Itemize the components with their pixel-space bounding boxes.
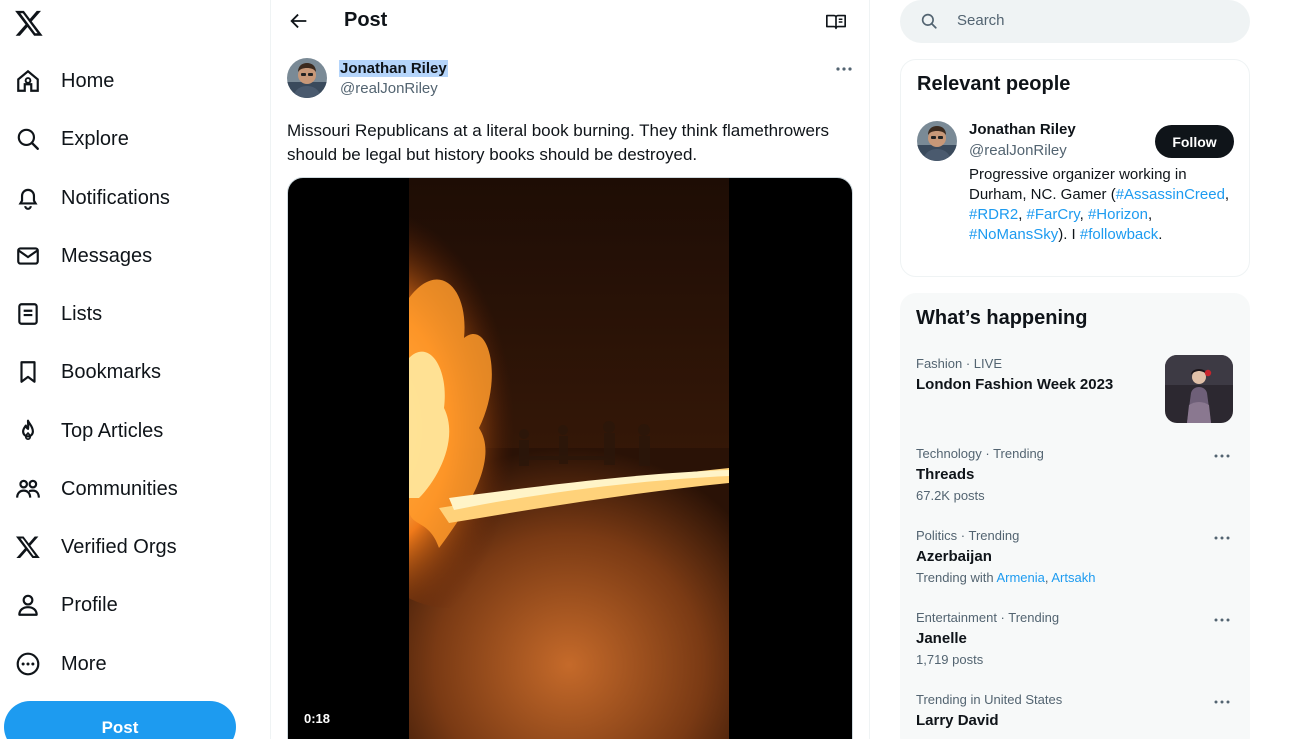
trend-thumbnail[interactable] xyxy=(1165,355,1233,423)
more-circle-icon xyxy=(14,650,42,678)
trend-meta: Fashion · LIVE xyxy=(916,356,1002,371)
relevant-people-title: Relevant people xyxy=(917,73,1071,95)
search-icon xyxy=(14,125,42,153)
bio-text: ). I xyxy=(1058,226,1080,243)
bookmark-icon xyxy=(14,358,42,386)
avatar[interactable] xyxy=(917,121,957,161)
nav-lists[interactable]: Lists xyxy=(14,292,102,336)
main-column: Post Jonathan Riley @realJonRiley Missou… xyxy=(270,0,870,739)
nav-label: Messages xyxy=(61,244,153,267)
more-dots-icon[interactable] xyxy=(1212,530,1232,546)
envelope-icon xyxy=(14,242,42,270)
bio-separator: , xyxy=(1224,186,1230,203)
trend-post-count: 67.2K posts xyxy=(916,488,985,503)
bio-separator: , xyxy=(1018,206,1027,223)
nav-messages[interactable]: Messages xyxy=(14,234,152,278)
search-icon xyxy=(920,12,938,30)
nav-top-articles[interactable]: Top Articles xyxy=(14,409,163,453)
nav-label: Bookmarks xyxy=(61,360,162,383)
relevant-person-bio: Progressive organizer working in Durham,… xyxy=(969,165,1234,245)
x-logo-icon[interactable] xyxy=(14,8,44,38)
trend-related-prefix: Trending with xyxy=(916,570,997,585)
list-icon xyxy=(14,300,42,328)
nav-label: Notifications xyxy=(61,186,170,209)
trend-meta: Technology · Trending xyxy=(916,446,1044,461)
post-button[interactable]: Post xyxy=(4,701,236,739)
trend-name: Azerbaijan xyxy=(916,548,992,565)
hashtag-link[interactable]: #AssassinCreed xyxy=(1116,186,1225,203)
nav-label: Communities xyxy=(61,477,178,500)
trend-name: Janelle xyxy=(916,630,967,647)
nav-home[interactable]: Home xyxy=(14,59,114,103)
more-dots-icon[interactable] xyxy=(834,60,854,78)
more-dots-icon[interactable] xyxy=(1212,448,1232,464)
more-dots-icon[interactable] xyxy=(1212,694,1232,710)
bell-icon xyxy=(14,184,42,212)
search-placeholder: Search xyxy=(957,12,1005,29)
nav-label: Explore xyxy=(61,127,129,150)
hashtag-link[interactable]: #RDR2 xyxy=(969,206,1018,223)
nav-label: Verified Orgs xyxy=(61,535,177,558)
whats-happening-title: What’s happening xyxy=(916,307,1088,329)
flame-icon xyxy=(14,417,42,445)
hashtag-link[interactable]: #FarCry xyxy=(1027,206,1080,223)
trend-name: London Fashion Week 2023 xyxy=(916,376,1114,393)
trend-name: Threads xyxy=(916,466,975,483)
video-duration: 0:18 xyxy=(304,711,331,726)
relevant-people-card: Relevant people Jonathan Riley @realJonR… xyxy=(900,59,1250,277)
follow-button[interactable]: Follow xyxy=(1155,125,1234,158)
home-icon xyxy=(14,67,42,95)
nav-label: Top Articles xyxy=(61,419,164,442)
avatar[interactable] xyxy=(287,58,327,98)
search-input[interactable]: Search xyxy=(900,0,1250,43)
nav-verified-orgs[interactable]: Verified Orgs xyxy=(14,525,177,569)
nav-label: More xyxy=(61,652,107,675)
bio-text: . xyxy=(1158,226,1163,243)
trend-related: Trending with Armenia, Artsakh xyxy=(916,570,1095,585)
trend-name: Larry David xyxy=(916,712,999,729)
nav-label: Home xyxy=(61,69,115,92)
nav-communities[interactable]: Communities xyxy=(14,467,178,511)
trend-meta: Entertainment · Trending xyxy=(916,610,1060,625)
nav-label: Profile xyxy=(61,593,118,616)
trend-post-count: 1,719 posts xyxy=(916,652,984,667)
trend-item[interactable]: Politics · Trending Azerbaijan Trending … xyxy=(900,528,1250,608)
trend-item[interactable]: Trending in United States Larry David xyxy=(900,692,1250,739)
hashtag-link[interactable]: #Horizon xyxy=(1088,206,1148,223)
x-logo-icon xyxy=(14,533,42,561)
trend-link[interactable]: Armenia xyxy=(996,570,1044,585)
page-title: Post xyxy=(344,9,388,31)
nav-explore[interactable]: Explore xyxy=(14,117,129,161)
nav-bookmarks[interactable]: Bookmarks xyxy=(14,350,161,394)
author-name[interactable]: Jonathan Riley xyxy=(339,60,448,77)
bio-separator: , xyxy=(1079,206,1088,223)
more-dots-icon[interactable] xyxy=(1212,612,1232,628)
trend-meta: Trending in United States xyxy=(916,692,1063,707)
nav-profile[interactable]: Profile xyxy=(14,583,118,627)
trend-meta: Politics · Trending xyxy=(916,528,1020,543)
trend-link[interactable]: Artsakh xyxy=(1051,570,1095,585)
hashtag-link[interactable]: #followback xyxy=(1080,226,1158,243)
hashtag-link[interactable]: #NoMansSky xyxy=(969,226,1058,243)
bio-separator: , xyxy=(1147,206,1153,223)
person-icon xyxy=(14,591,42,619)
relevant-person-handle: @realJonRiley xyxy=(969,142,1067,159)
video-player[interactable]: 0:18 xyxy=(287,177,853,739)
left-navigation: Home Explore Notifications Messages List… xyxy=(0,0,270,739)
arrow-left-icon[interactable] xyxy=(288,10,310,32)
relevant-person-name[interactable]: Jonathan Riley xyxy=(969,121,1076,138)
nav-notifications[interactable]: Notifications xyxy=(14,176,170,220)
nav-more[interactable]: More xyxy=(14,642,107,686)
whats-happening-card: What’s happening Fashion · LIVE London F… xyxy=(900,293,1250,739)
people-icon xyxy=(14,475,42,503)
nav-label: Lists xyxy=(61,302,103,325)
trend-item[interactable]: Technology · Trending Threads 67.2K post… xyxy=(900,446,1250,526)
book-icon[interactable] xyxy=(825,11,847,33)
video-frame xyxy=(409,178,729,739)
trend-item[interactable]: Entertainment · Trending Janelle 1,719 p… xyxy=(900,610,1250,690)
author-handle[interactable]: @realJonRiley xyxy=(340,80,438,97)
post-text: Missouri Republicans at a literal book b… xyxy=(287,121,830,164)
